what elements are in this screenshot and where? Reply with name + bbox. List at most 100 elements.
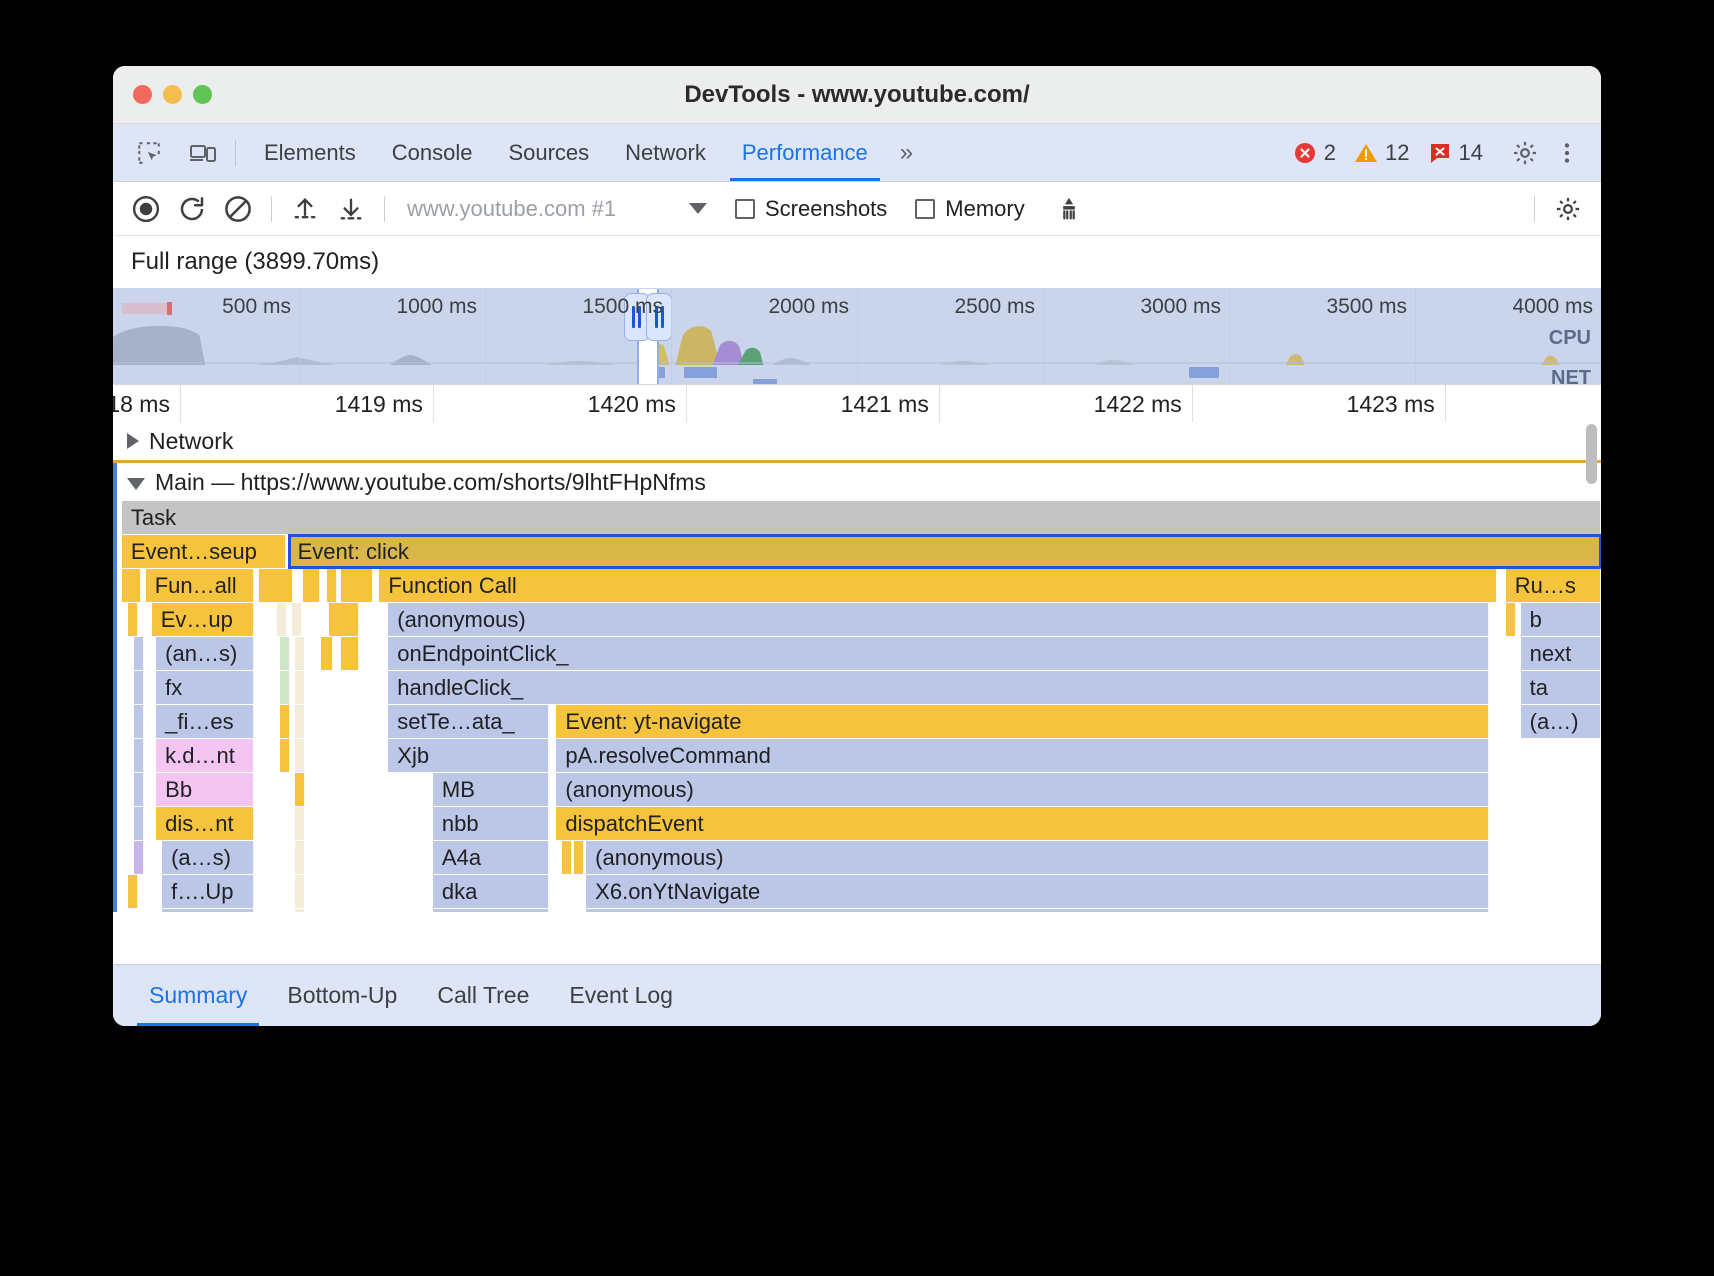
tab-sources[interactable]: Sources [490, 124, 607, 181]
flame-bar[interactable]: nbb [433, 807, 549, 840]
clear-recording-icon[interactable] [215, 188, 261, 230]
reload-and-record-icon[interactable] [169, 188, 215, 230]
device-toolbar-icon[interactable] [181, 133, 225, 173]
flame-bar[interactable]: onEndpointClick_ [388, 637, 1489, 670]
flame-bar-unlabeled[interactable] [327, 569, 337, 602]
flame-bar-unlabeled[interactable] [295, 739, 305, 772]
flame-bar-unlabeled[interactable] [280, 637, 290, 670]
minimize-window-button[interactable] [163, 85, 182, 104]
flame-bar-unlabeled[interactable] [134, 637, 144, 670]
flame-bar-unlabeled[interactable] [295, 841, 305, 874]
timeline-overview[interactable]: CPU NET 500 ms1000 ms1500 ms2000 ms2500 … [113, 288, 1601, 384]
flame-bar[interactable]: Xjb [388, 739, 549, 772]
flame-bar[interactable]: (a…) [1521, 705, 1601, 738]
flame-bar[interactable]: X6.handleNavigate [586, 909, 1489, 912]
issue-counter[interactable]: 14 [1428, 140, 1483, 166]
flame-bar[interactable]: Task [122, 501, 1601, 534]
flame-bar[interactable]: (an…s) [156, 637, 254, 670]
flame-bar-unlabeled[interactable] [562, 841, 572, 874]
flame-bar-unlabeled[interactable] [134, 739, 144, 772]
flame-bar[interactable]: handleClick_ [388, 671, 1489, 704]
flame-bar-unlabeled[interactable] [277, 603, 287, 636]
flame-bar-unlabeled[interactable] [341, 569, 374, 602]
warning-counter[interactable]: 12 [1354, 140, 1409, 166]
flame-bar-unlabeled[interactable] [134, 671, 144, 704]
tab-summary[interactable]: Summary [129, 965, 267, 1026]
flame-bar[interactable]: (anonymous) [388, 603, 1489, 636]
flame-bar[interactable]: dka [433, 875, 549, 908]
flame-bar[interactable]: X6.onYtNavigate [586, 875, 1489, 908]
flame-bar[interactable]: fx [156, 671, 254, 704]
flame-bar-unlabeled[interactable] [122, 569, 141, 602]
flame-bar[interactable]: pA.resolveCommand [556, 739, 1489, 772]
flame-bar-unlabeled[interactable] [574, 841, 584, 874]
flame-bar-unlabeled[interactable] [134, 841, 144, 874]
flame-bar-unlabeled[interactable] [295, 773, 305, 806]
flame-bar[interactable]: dispatchEvent [556, 807, 1489, 840]
flame-bar[interactable]: k.d…nt [156, 739, 254, 772]
more-tabs-icon[interactable]: » [886, 139, 924, 167]
collect-garbage-icon[interactable] [1047, 189, 1091, 229]
tab-console[interactable]: Console [374, 124, 491, 181]
flame-bar[interactable]: Event: click [289, 535, 1601, 568]
load-profile-icon[interactable] [282, 188, 328, 230]
tab-network[interactable]: Network [607, 124, 724, 181]
tab-performance[interactable]: Performance [724, 124, 886, 181]
profile-selector[interactable]: www.youtube.com #1 [407, 196, 707, 222]
flame-bar[interactable]: Function Call [379, 569, 1496, 602]
maximize-window-button[interactable] [193, 85, 212, 104]
flame-chart-tracks[interactable]: Network Main — https://www.youtube.com/s… [113, 422, 1601, 912]
flame-bar[interactable]: next [1521, 637, 1601, 670]
tab-event-log[interactable]: Event Log [549, 965, 693, 1026]
flame-bar[interactable]: Bb [156, 773, 254, 806]
memory-checkbox-group[interactable]: Memory [915, 196, 1024, 222]
flame-bar-unlabeled[interactable] [303, 569, 319, 602]
main-track-header[interactable]: Main — https://www.youtube.com/shorts/9l… [113, 463, 1601, 501]
flame-bar[interactable]: (anonymous) [556, 773, 1489, 806]
flame-bar[interactable]: _fi…es [156, 705, 254, 738]
flame-bar-unlabeled[interactable] [295, 875, 305, 908]
flame-bar-unlabeled[interactable] [280, 705, 290, 738]
flame-bar-unlabeled[interactable] [280, 671, 290, 704]
flame-bar[interactable]: tF…p [162, 909, 254, 912]
flame-bar-unlabeled[interactable] [128, 875, 138, 908]
flame-bar-unlabeled[interactable] [292, 603, 302, 636]
flame-bar-unlabeled[interactable] [128, 603, 138, 636]
flame-rows[interactable]: TaskEvent…seupEvent: click Fun…all Functio… [113, 501, 1601, 912]
gear-icon[interactable] [1505, 133, 1545, 173]
close-window-button[interactable] [133, 85, 152, 104]
flame-bar[interactable]: b [1521, 603, 1601, 636]
flame-bar-unlabeled[interactable] [259, 569, 293, 602]
screenshots-checkbox[interactable] [735, 199, 755, 219]
flame-bar-unlabeled[interactable] [134, 773, 144, 806]
flame-bar[interactable]: Ru…s [1506, 569, 1601, 602]
tab-bottom-up[interactable]: Bottom-Up [267, 965, 417, 1026]
flame-bar[interactable]: Event: yt-navigate [556, 705, 1489, 738]
kebab-menu-icon[interactable] [1547, 133, 1587, 173]
flame-bar[interactable]: A4a [433, 841, 549, 874]
flame-bar-unlabeled[interactable] [341, 637, 359, 670]
flame-bar[interactable]: Ev…up [152, 603, 255, 636]
error-counter[interactable]: 2 [1293, 140, 1336, 166]
flame-bar-unlabeled[interactable] [1506, 603, 1516, 636]
flame-bar[interactable]: (anonymous) [586, 841, 1489, 874]
flame-bar[interactable]: Fun…all [146, 569, 255, 602]
network-track-header[interactable]: Network [113, 422, 1601, 460]
flame-bar[interactable]: MB [433, 773, 549, 806]
save-profile-icon[interactable] [328, 188, 374, 230]
flame-bar[interactable]: f….Up [162, 875, 254, 908]
memory-checkbox[interactable] [915, 199, 935, 219]
tab-call-tree[interactable]: Call Tree [417, 965, 549, 1026]
flame-bar-unlabeled[interactable] [295, 637, 305, 670]
flame-bar[interactable]: f.get [433, 909, 549, 912]
flame-bar-unlabeled[interactable] [295, 909, 305, 912]
flame-bar[interactable]: ta [1521, 671, 1601, 704]
flame-bar[interactable]: setTe…ata_ [388, 705, 549, 738]
record-circle-icon[interactable] [123, 188, 169, 230]
flame-bar-unlabeled[interactable] [280, 739, 290, 772]
inspect-element-icon[interactable] [127, 133, 171, 173]
flame-bar-unlabeled[interactable] [321, 637, 333, 670]
capture-settings-icon[interactable] [1545, 188, 1591, 230]
flame-bar[interactable]: Event…seup [122, 535, 286, 568]
flame-bar-unlabeled[interactable] [295, 705, 305, 738]
